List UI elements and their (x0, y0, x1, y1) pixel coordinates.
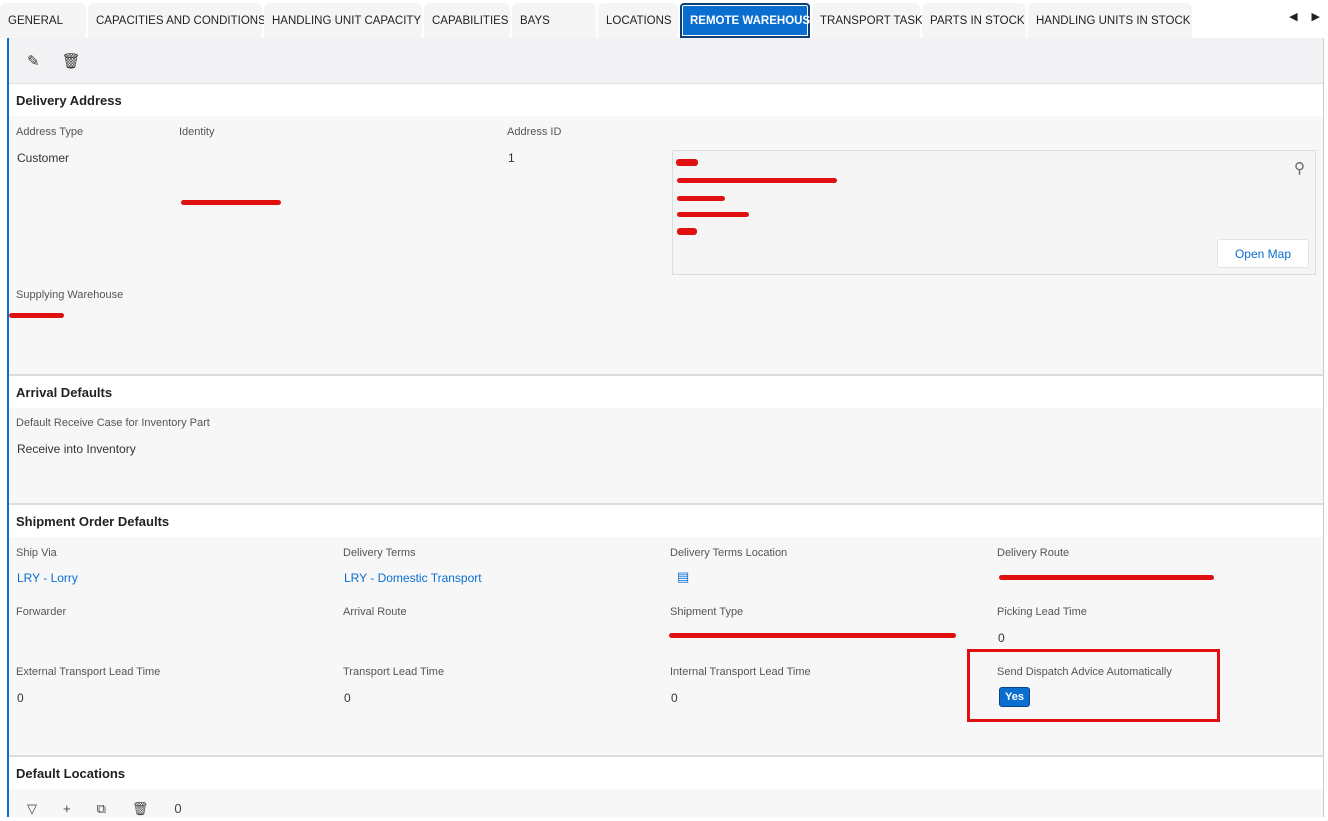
document-icon[interactable]: ▤ (677, 569, 689, 585)
tab-capacities-and-conditions[interactable]: CAPACITIES AND CONDITIONS (88, 3, 266, 38)
ship-via-link[interactable]: LRY - Lorry (17, 571, 78, 585)
tab-capabilities[interactable]: CAPABILITIES (424, 3, 510, 38)
arrival-route-label: Arrival Route (343, 606, 407, 618)
map-pin-icon: ⚲ (1294, 160, 1305, 177)
edit-icon[interactable]: ✎ (27, 52, 40, 70)
identity-label: Identity (179, 126, 215, 138)
record-count: 0 (174, 801, 182, 816)
transport-lead-time-value: 0 (344, 691, 351, 705)
arrival-defaults-section: Arrival Defaults Default Receive Case fo… (9, 376, 1323, 505)
receive-case-label: Default Receive Case for Inventory Part (16, 417, 210, 429)
internal-transport-lead-time-value: 0 (671, 691, 678, 705)
shipment-type-label: Shipment Type (670, 606, 744, 618)
address-type-label: Address Type (16, 126, 84, 138)
address-card: ⚲ Open Map (672, 150, 1316, 275)
delivery-route-label: Delivery Route (997, 547, 1070, 559)
supplying-warehouse-label: Supplying Warehouse (16, 289, 124, 301)
tab-handling-unit-capacity[interactable]: HANDLING UNIT CAPACITY (264, 3, 422, 38)
scroll-right-icon[interactable]: ▶ (1312, 10, 1320, 23)
tab-locations[interactable]: LOCATIONS (598, 3, 678, 38)
delivery-terms-location-label: Delivery Terms Location (670, 547, 788, 559)
section-title: Shipment Order Defaults (9, 505, 1323, 537)
internal-transport-lead-time-label: Internal Transport Lead Time (670, 666, 811, 678)
delete-icon[interactable]: 🗑 (62, 52, 81, 70)
filter-icon[interactable]: ▽ (27, 801, 37, 821)
delivery-terms-label: Delivery Terms (343, 547, 416, 559)
add-icon[interactable]: + (63, 801, 71, 821)
redacted-identity (181, 200, 281, 205)
external-transport-lead-time-value: 0 (17, 691, 24, 705)
scroll-left-icon[interactable]: ◀ (1289, 10, 1297, 23)
tab-remote-warehouse[interactable]: REMOTE WAREHOUSE (680, 3, 818, 38)
tab-parts-in-stock[interactable]: PARTS IN STOCK (922, 3, 1026, 38)
section-title: Delivery Address (9, 84, 1323, 116)
delivery-terms-link[interactable]: LRY - Domestic Transport (344, 571, 482, 585)
tab-transport-task[interactable]: TRANSPORT TASK (812, 3, 923, 38)
ship-via-label: Ship Via (16, 547, 57, 559)
tab-bar: GENERAL CAPACITIES AND CONDITIONS HANDLING… (0, 0, 1328, 38)
section-title: Arrival Defaults (9, 376, 1323, 408)
address-id-label: Address ID (507, 126, 562, 138)
delivery-address-section: Delivery Address Address Type Customer I… (9, 84, 1323, 376)
duplicate-icon[interactable]: ⧉ (97, 801, 106, 821)
shipment-order-defaults-section: Shipment Order Defaults Ship Via LRY - L… (9, 505, 1323, 757)
picking-lead-time-value: 0 (998, 631, 1005, 645)
open-map-button[interactable]: Open Map (1217, 239, 1309, 268)
delete-icon[interactable]: 🗑 (132, 801, 149, 821)
address-type-value: Customer (17, 151, 70, 165)
picking-lead-time-label: Picking Lead Time (997, 606, 1087, 618)
transport-lead-time-label: Transport Lead Time (343, 666, 445, 678)
tab-handling-units-in-stock[interactable]: HANDLING UNITS IN STOCK (1028, 3, 1192, 38)
address-id-value: 1 (508, 151, 515, 165)
forwarder-label: Forwarder (16, 606, 67, 618)
receive-case-value: Receive into Inventory (17, 442, 136, 456)
section-title: Default Locations (9, 757, 1323, 789)
redacted-shipment-type (669, 633, 956, 638)
highlight-box (967, 649, 1220, 722)
tab-general[interactable]: GENERAL (0, 3, 86, 38)
redacted-warehouse[interactable] (9, 313, 64, 318)
tab-bays[interactable]: BAYS (512, 3, 596, 38)
redacted-route[interactable] (999, 575, 1214, 580)
external-transport-lead-time-label: External Transport Lead Time (16, 666, 161, 678)
remote-warehouse-panel: ✎ 🗑 Delivery Address Address Type Custom… (7, 38, 1324, 817)
